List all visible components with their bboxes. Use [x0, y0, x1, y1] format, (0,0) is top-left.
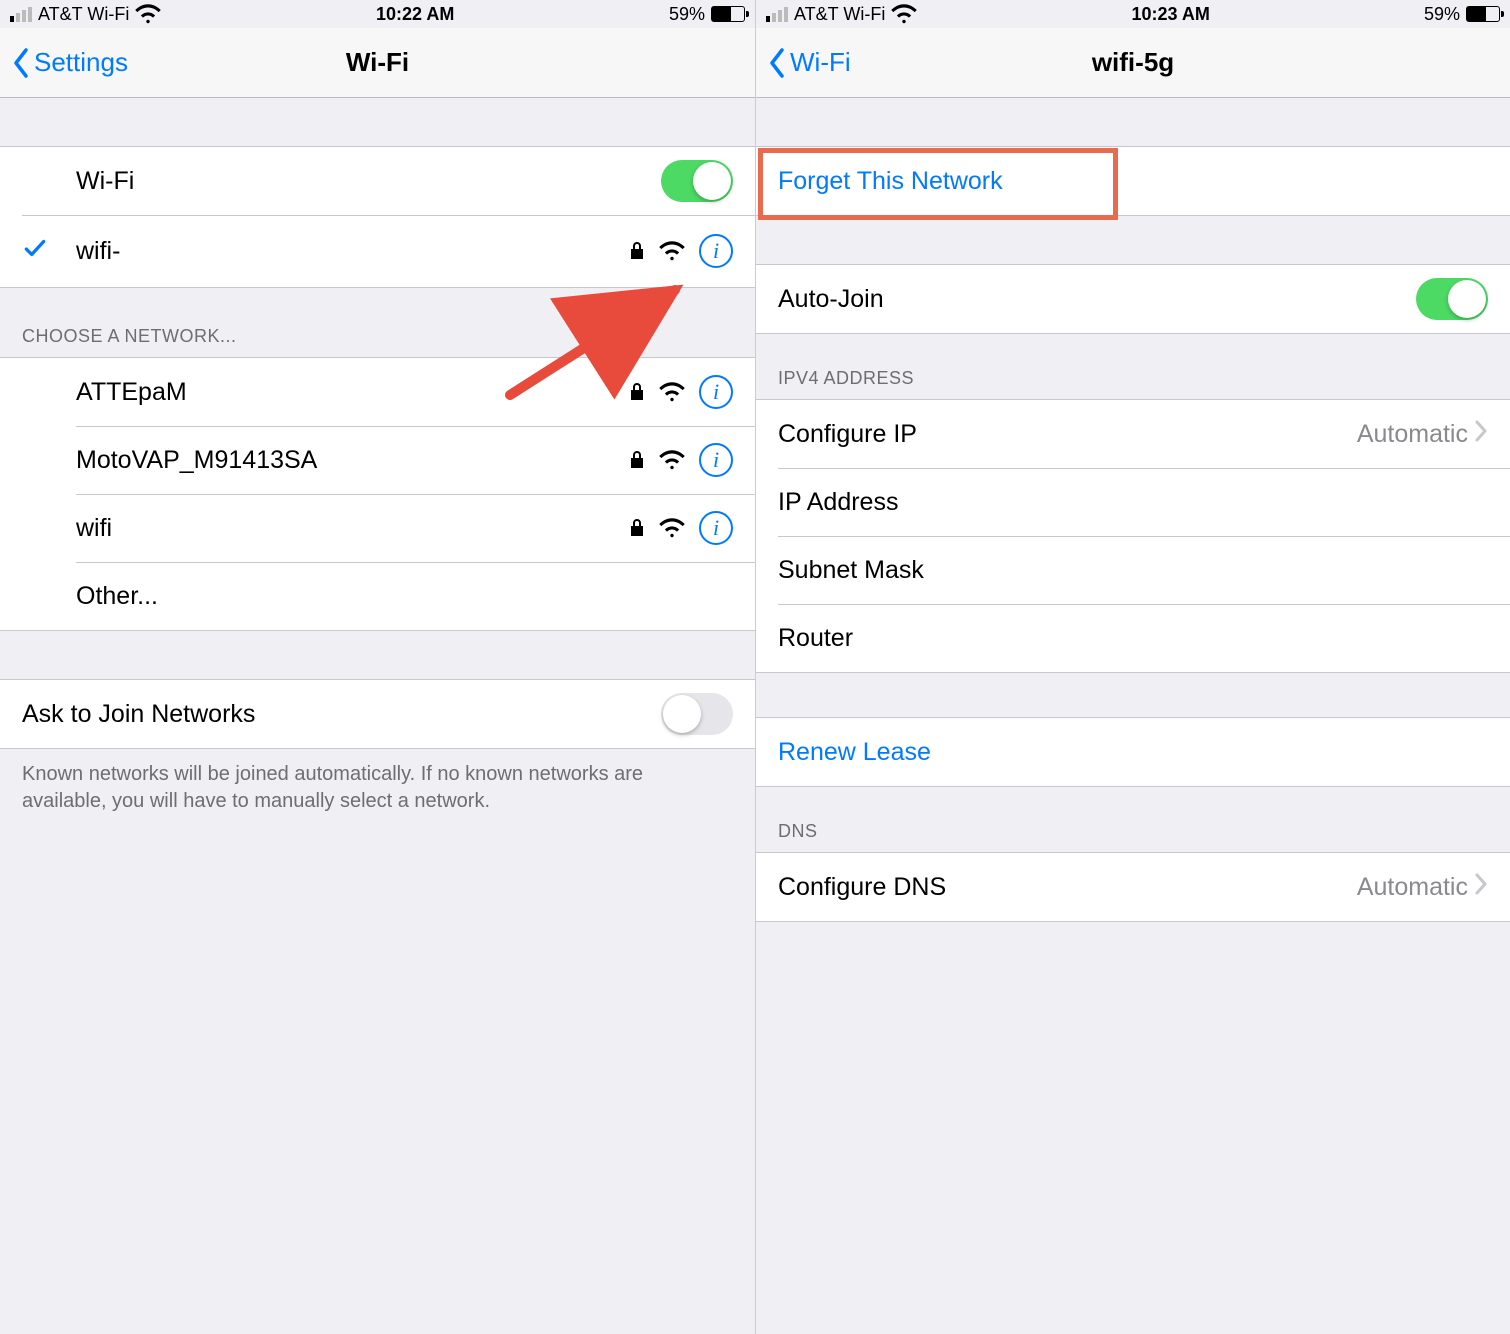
checkmark-icon — [22, 235, 48, 268]
autojoin-group: Auto-Join — [756, 264, 1510, 334]
forget-group: Forget This Network — [756, 146, 1510, 216]
back-button[interactable]: Wi-Fi — [768, 47, 851, 78]
back-label: Settings — [34, 47, 128, 78]
network-row[interactable]: MotoVAP_M91413SA i — [0, 426, 755, 494]
router-row: Router — [756, 604, 1510, 672]
lock-icon — [629, 241, 645, 261]
wifi-signal-icon — [659, 450, 685, 470]
info-icon[interactable]: i — [699, 511, 733, 545]
autojoin-row[interactable]: Auto-Join — [756, 265, 1510, 333]
router-label: Router — [778, 624, 1488, 653]
renew-lease-label: Renew Lease — [778, 738, 1488, 767]
cellular-signal-icon — [10, 7, 32, 22]
battery-percent: 59% — [1424, 4, 1460, 25]
autojoin-toggle[interactable] — [1416, 278, 1488, 320]
info-icon[interactable]: i — [699, 234, 733, 268]
nav-title: wifi-5g — [756, 47, 1510, 78]
wifi-signal-icon — [659, 382, 685, 402]
connected-network-row[interactable]: wifi- i — [0, 215, 755, 287]
configure-ip-label: Configure IP — [778, 420, 1357, 449]
clock: 10:23 AM — [1131, 4, 1209, 25]
configure-ip-row[interactable]: Configure IP Automatic — [756, 400, 1510, 468]
connected-network-name: wifi- — [76, 237, 629, 266]
wifi-toggle-row[interactable]: Wi-Fi — [0, 147, 755, 215]
chevron-right-icon — [1474, 420, 1488, 449]
dns-header: DNS — [756, 787, 1510, 852]
forget-network-label: Forget This Network — [778, 167, 1488, 196]
carrier-label: AT&T Wi-Fi — [794, 4, 885, 25]
ask-group: Ask to Join Networks — [0, 679, 755, 749]
other-label: Other... — [76, 582, 733, 611]
lock-icon — [629, 450, 645, 470]
subnet-mask-row: Subnet Mask — [756, 536, 1510, 604]
cellular-signal-icon — [766, 7, 788, 22]
ask-join-label: Ask to Join Networks — [22, 700, 661, 729]
available-networks: ATTEpaM i MotoVAP_M91413SA i wifi i — [0, 357, 755, 631]
back-button[interactable]: Settings — [12, 47, 128, 78]
configure-ip-value: Automatic — [1357, 420, 1468, 449]
battery-icon — [1466, 6, 1500, 22]
choose-network-header: CHOOSE A NETWORK... — [0, 288, 755, 357]
ask-join-toggle[interactable] — [661, 693, 733, 735]
clock: 10:22 AM — [376, 4, 454, 25]
network-row[interactable]: wifi i — [0, 494, 755, 562]
battery-icon — [711, 6, 745, 22]
status-bar: AT&T Wi-Fi 10:23 AM 59% — [756, 0, 1510, 28]
ask-join-row[interactable]: Ask to Join Networks — [0, 680, 755, 748]
chevron-left-icon — [768, 48, 786, 78]
ip-address-label: IP Address — [778, 488, 1488, 517]
configure-dns-value: Automatic — [1357, 873, 1468, 902]
configure-dns-row[interactable]: Configure DNS Automatic — [756, 853, 1510, 921]
lock-icon — [629, 382, 645, 402]
network-name: ATTEpaM — [76, 378, 629, 407]
network-name: MotoVAP_M91413SA — [76, 446, 629, 475]
battery-percent: 59% — [669, 4, 705, 25]
nav-bar: Wi-Fi wifi-5g — [756, 28, 1510, 98]
dns-group: Configure DNS Automatic — [756, 852, 1510, 922]
autojoin-label: Auto-Join — [778, 285, 1416, 314]
wifi-toggle-label: Wi-Fi — [22, 167, 661, 196]
chevron-right-icon — [1474, 873, 1488, 902]
status-bar: AT&T Wi-Fi 10:22 AM 59% — [0, 0, 755, 28]
renew-lease-row[interactable]: Renew Lease — [756, 718, 1510, 786]
wifi-toggle[interactable] — [661, 160, 733, 202]
screen-wifi-list: AT&T Wi-Fi 10:22 AM 59% Settings Wi-Fi W… — [0, 0, 755, 1334]
wifi-signal-icon — [659, 241, 685, 261]
info-icon[interactable]: i — [699, 375, 733, 409]
ipv4-header: IPV4 ADDRESS — [756, 334, 1510, 399]
screen-network-detail: AT&T Wi-Fi 10:23 AM 59% Wi-Fi wifi-5g Fo… — [755, 0, 1510, 1334]
wifi-status-icon — [135, 4, 161, 24]
wifi-signal-icon — [659, 518, 685, 538]
network-row[interactable]: ATTEpaM i — [0, 358, 755, 426]
nav-bar: Settings Wi-Fi — [0, 28, 755, 98]
wifi-toggle-group: Wi-Fi wifi- i — [0, 146, 755, 288]
lock-icon — [629, 518, 645, 538]
renew-group: Renew Lease — [756, 717, 1510, 787]
ask-join-footer: Known networks will be joined automatica… — [0, 749, 755, 827]
back-label: Wi-Fi — [790, 47, 851, 78]
chevron-left-icon — [12, 48, 30, 78]
wifi-status-icon — [891, 4, 917, 24]
forget-network-row[interactable]: Forget This Network — [756, 147, 1510, 215]
ip-address-row: IP Address — [756, 468, 1510, 536]
network-name: wifi — [76, 514, 629, 543]
carrier-label: AT&T Wi-Fi — [38, 4, 129, 25]
ipv4-group: Configure IP Automatic IP Address Subnet… — [756, 399, 1510, 673]
configure-dns-label: Configure DNS — [778, 873, 1357, 902]
info-icon[interactable]: i — [699, 443, 733, 477]
other-network-row[interactable]: Other... — [0, 562, 755, 630]
subnet-mask-label: Subnet Mask — [778, 556, 1488, 585]
